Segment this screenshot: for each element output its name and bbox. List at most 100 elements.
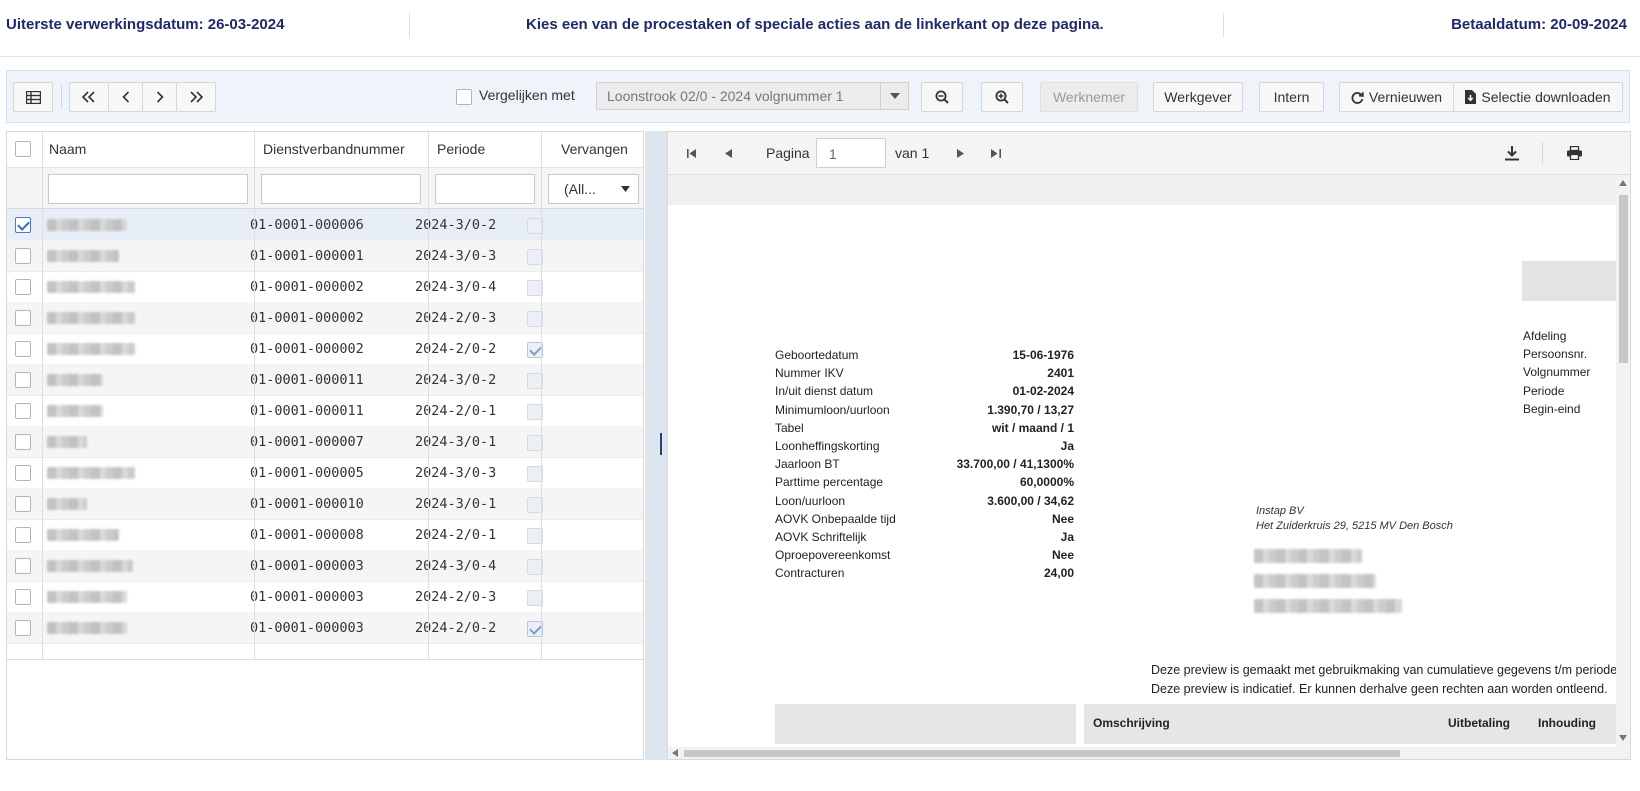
field-label: AOVK Schriftelijk [775, 530, 867, 544]
last-page-button[interactable] [978, 138, 1014, 168]
viewer-horizontal-scroll-thumb[interactable] [684, 750, 1400, 757]
table-icon [25, 90, 41, 104]
viewer-vertical-scrollbar[interactable] [1616, 175, 1630, 747]
last-page-icon [991, 148, 1001, 158]
filter-naam-input[interactable] [48, 174, 248, 204]
employee-info-label: Volgnummer [1523, 365, 1591, 380]
filter-row: (All... [7, 167, 643, 209]
table-row[interactable]: 01-0001-000002 2024-2/0-2 [7, 333, 643, 365]
next-record-button[interactable] [142, 82, 177, 112]
select-all-checkbox[interactable] [15, 141, 31, 162]
payslip-table-header: Omschrijving Uitbetaling Inhouding [1084, 704, 1616, 744]
table-row[interactable]: 01-0001-000007 2024-3/0-1 [7, 426, 643, 458]
field-value: 15-06-1976 [1012, 348, 1074, 362]
file-download-icon [1465, 90, 1477, 104]
naam-redacted [47, 374, 103, 386]
employee-name-redacted [1254, 549, 1362, 563]
row-select-checkbox[interactable] [15, 527, 31, 543]
row-select-checkbox[interactable] [15, 434, 31, 450]
table-view-button[interactable] [13, 82, 53, 112]
viewer-vertical-scroll-thumb[interactable] [1619, 195, 1628, 363]
chevron-left-icon [121, 91, 129, 103]
werknemer-button[interactable]: Werknemer [1040, 82, 1138, 112]
column-header-dienstverbandnummer[interactable]: Dienstverbandnummer [263, 132, 405, 167]
row-select-checkbox[interactable] [15, 279, 31, 295]
table-row[interactable]: 01-0001-000006 2024-3/0-2 [7, 209, 643, 241]
preview-note-cumulative: Deze preview is gemaakt met gebruikmakin… [1151, 663, 1616, 677]
next-page-button[interactable] [942, 138, 978, 168]
field-label: In/uit dienst datum [775, 384, 874, 399]
compare-checkbox[interactable] [456, 89, 472, 110]
viewer-horizontal-scrollbar[interactable] [668, 747, 1630, 759]
column-header-periode[interactable]: Periode [437, 132, 485, 167]
row-select-checkbox[interactable] [15, 589, 31, 605]
previous-record-button[interactable] [108, 82, 143, 112]
zoom-in-button[interactable] [981, 82, 1023, 112]
filter-periode-input[interactable] [435, 174, 535, 204]
pane-splitter[interactable] [645, 131, 667, 760]
intern-button[interactable]: Intern [1259, 82, 1324, 112]
filter-vervangen-select[interactable]: (All... [548, 174, 639, 204]
row-select-checkbox[interactable] [15, 341, 31, 357]
last-record-button[interactable] [176, 82, 216, 112]
naam-redacted [47, 343, 135, 355]
previous-page-button[interactable] [710, 138, 746, 168]
field-label: Oproepovereenkomst [775, 548, 891, 563]
field-label: AOVK Onbepaalde tijd [775, 511, 896, 526]
refresh-button[interactable]: Vernieuwen [1339, 82, 1454, 112]
table-row[interactable]: 01-0001-000005 2024-3/0-3 [7, 457, 643, 489]
table-row[interactable]: 01-0001-000003 2024-2/0-2 [7, 612, 643, 644]
viewer-toolbar: Pagina 1 van 1 [668, 132, 1630, 175]
table-row[interactable]: 01-0001-000011 2024-3/0-2 [7, 364, 643, 396]
table-row[interactable]: 01-0001-000002 2024-3/0-4 [7, 271, 643, 303]
table-row[interactable]: 01-0001-000001 2024-3/0-3 [7, 240, 643, 272]
row-select-checkbox[interactable] [15, 403, 31, 419]
table-row[interactable]: 01-0001-000010 2024-3/0-1 [7, 488, 643, 520]
werkgever-button[interactable]: Werkgever [1153, 82, 1243, 112]
toolbar-divider [61, 85, 62, 109]
row-select-checkbox[interactable] [15, 310, 31, 326]
download-button[interactable] [1494, 138, 1530, 168]
dienstverbandnummer-cell: 01-0001-000011 [250, 372, 364, 388]
row-select-checkbox[interactable] [15, 217, 31, 233]
dienstverbandnummer-cell: 01-0001-000007 [250, 434, 364, 450]
first-record-button[interactable] [69, 82, 109, 112]
preview-note-indicative: Deze preview is indicatief. Er kunnen de… [1151, 682, 1608, 696]
table-row[interactable]: 01-0001-000008 2024-2/0-1 [7, 519, 643, 551]
column-header-naam[interactable]: Naam [49, 132, 86, 167]
zoom-out-icon [935, 90, 949, 104]
field-label: Contracturen [775, 566, 845, 581]
table-row[interactable]: 01-0001-000002 2024-2/0-3 [7, 302, 643, 334]
splitter-grip[interactable] [660, 433, 662, 455]
double-chevron-right-icon [190, 91, 203, 103]
field-value: 1.390,70 / 13,27 [987, 402, 1074, 417]
download-selection-label: Selectie downloaden [1481, 89, 1611, 105]
instruction-text: Kies een van de procestaken of speciale … [526, 16, 1104, 33]
zoom-out-button[interactable] [921, 82, 963, 112]
print-button[interactable] [1556, 138, 1592, 168]
row-select-checkbox[interactable] [15, 558, 31, 574]
row-select-checkbox[interactable] [15, 372, 31, 388]
dienstverbandnummer-cell: 01-0001-000008 [250, 527, 364, 543]
dienstverbandnummer-cell: 01-0001-000003 [250, 558, 364, 574]
download-selection-button[interactable]: Selectie downloaden [1453, 82, 1623, 112]
refresh-icon [1351, 91, 1364, 104]
table-row[interactable]: 01-0001-000003 2024-2/0-3 [7, 581, 643, 613]
naam-redacted [47, 281, 135, 293]
first-page-button[interactable] [674, 138, 710, 168]
table-row[interactable]: 01-0001-000011 2024-2/0-1 [7, 395, 643, 427]
naam-redacted [47, 219, 127, 231]
row-select-checkbox[interactable] [15, 465, 31, 481]
row-select-checkbox[interactable] [15, 496, 31, 512]
compare-select[interactable]: Loonstrook 02/0 - 2024 volgnummer 1 [596, 82, 909, 110]
row-select-checkbox[interactable] [15, 620, 31, 636]
field-value: wit / maand / 1 [991, 420, 1074, 435]
column-header-vervangen[interactable]: Vervangen [561, 132, 628, 167]
table-row[interactable]: 01-0001-000003 2024-3/0-4 [7, 550, 643, 582]
row-select-checkbox[interactable] [15, 248, 31, 264]
employee-street-redacted [1254, 574, 1376, 588]
compare-label: Vergelijken met [479, 87, 575, 103]
naam-redacted [47, 405, 103, 417]
page-number-input[interactable]: 1 [816, 138, 886, 168]
filter-dienstverbandnummer-input[interactable] [261, 174, 421, 204]
